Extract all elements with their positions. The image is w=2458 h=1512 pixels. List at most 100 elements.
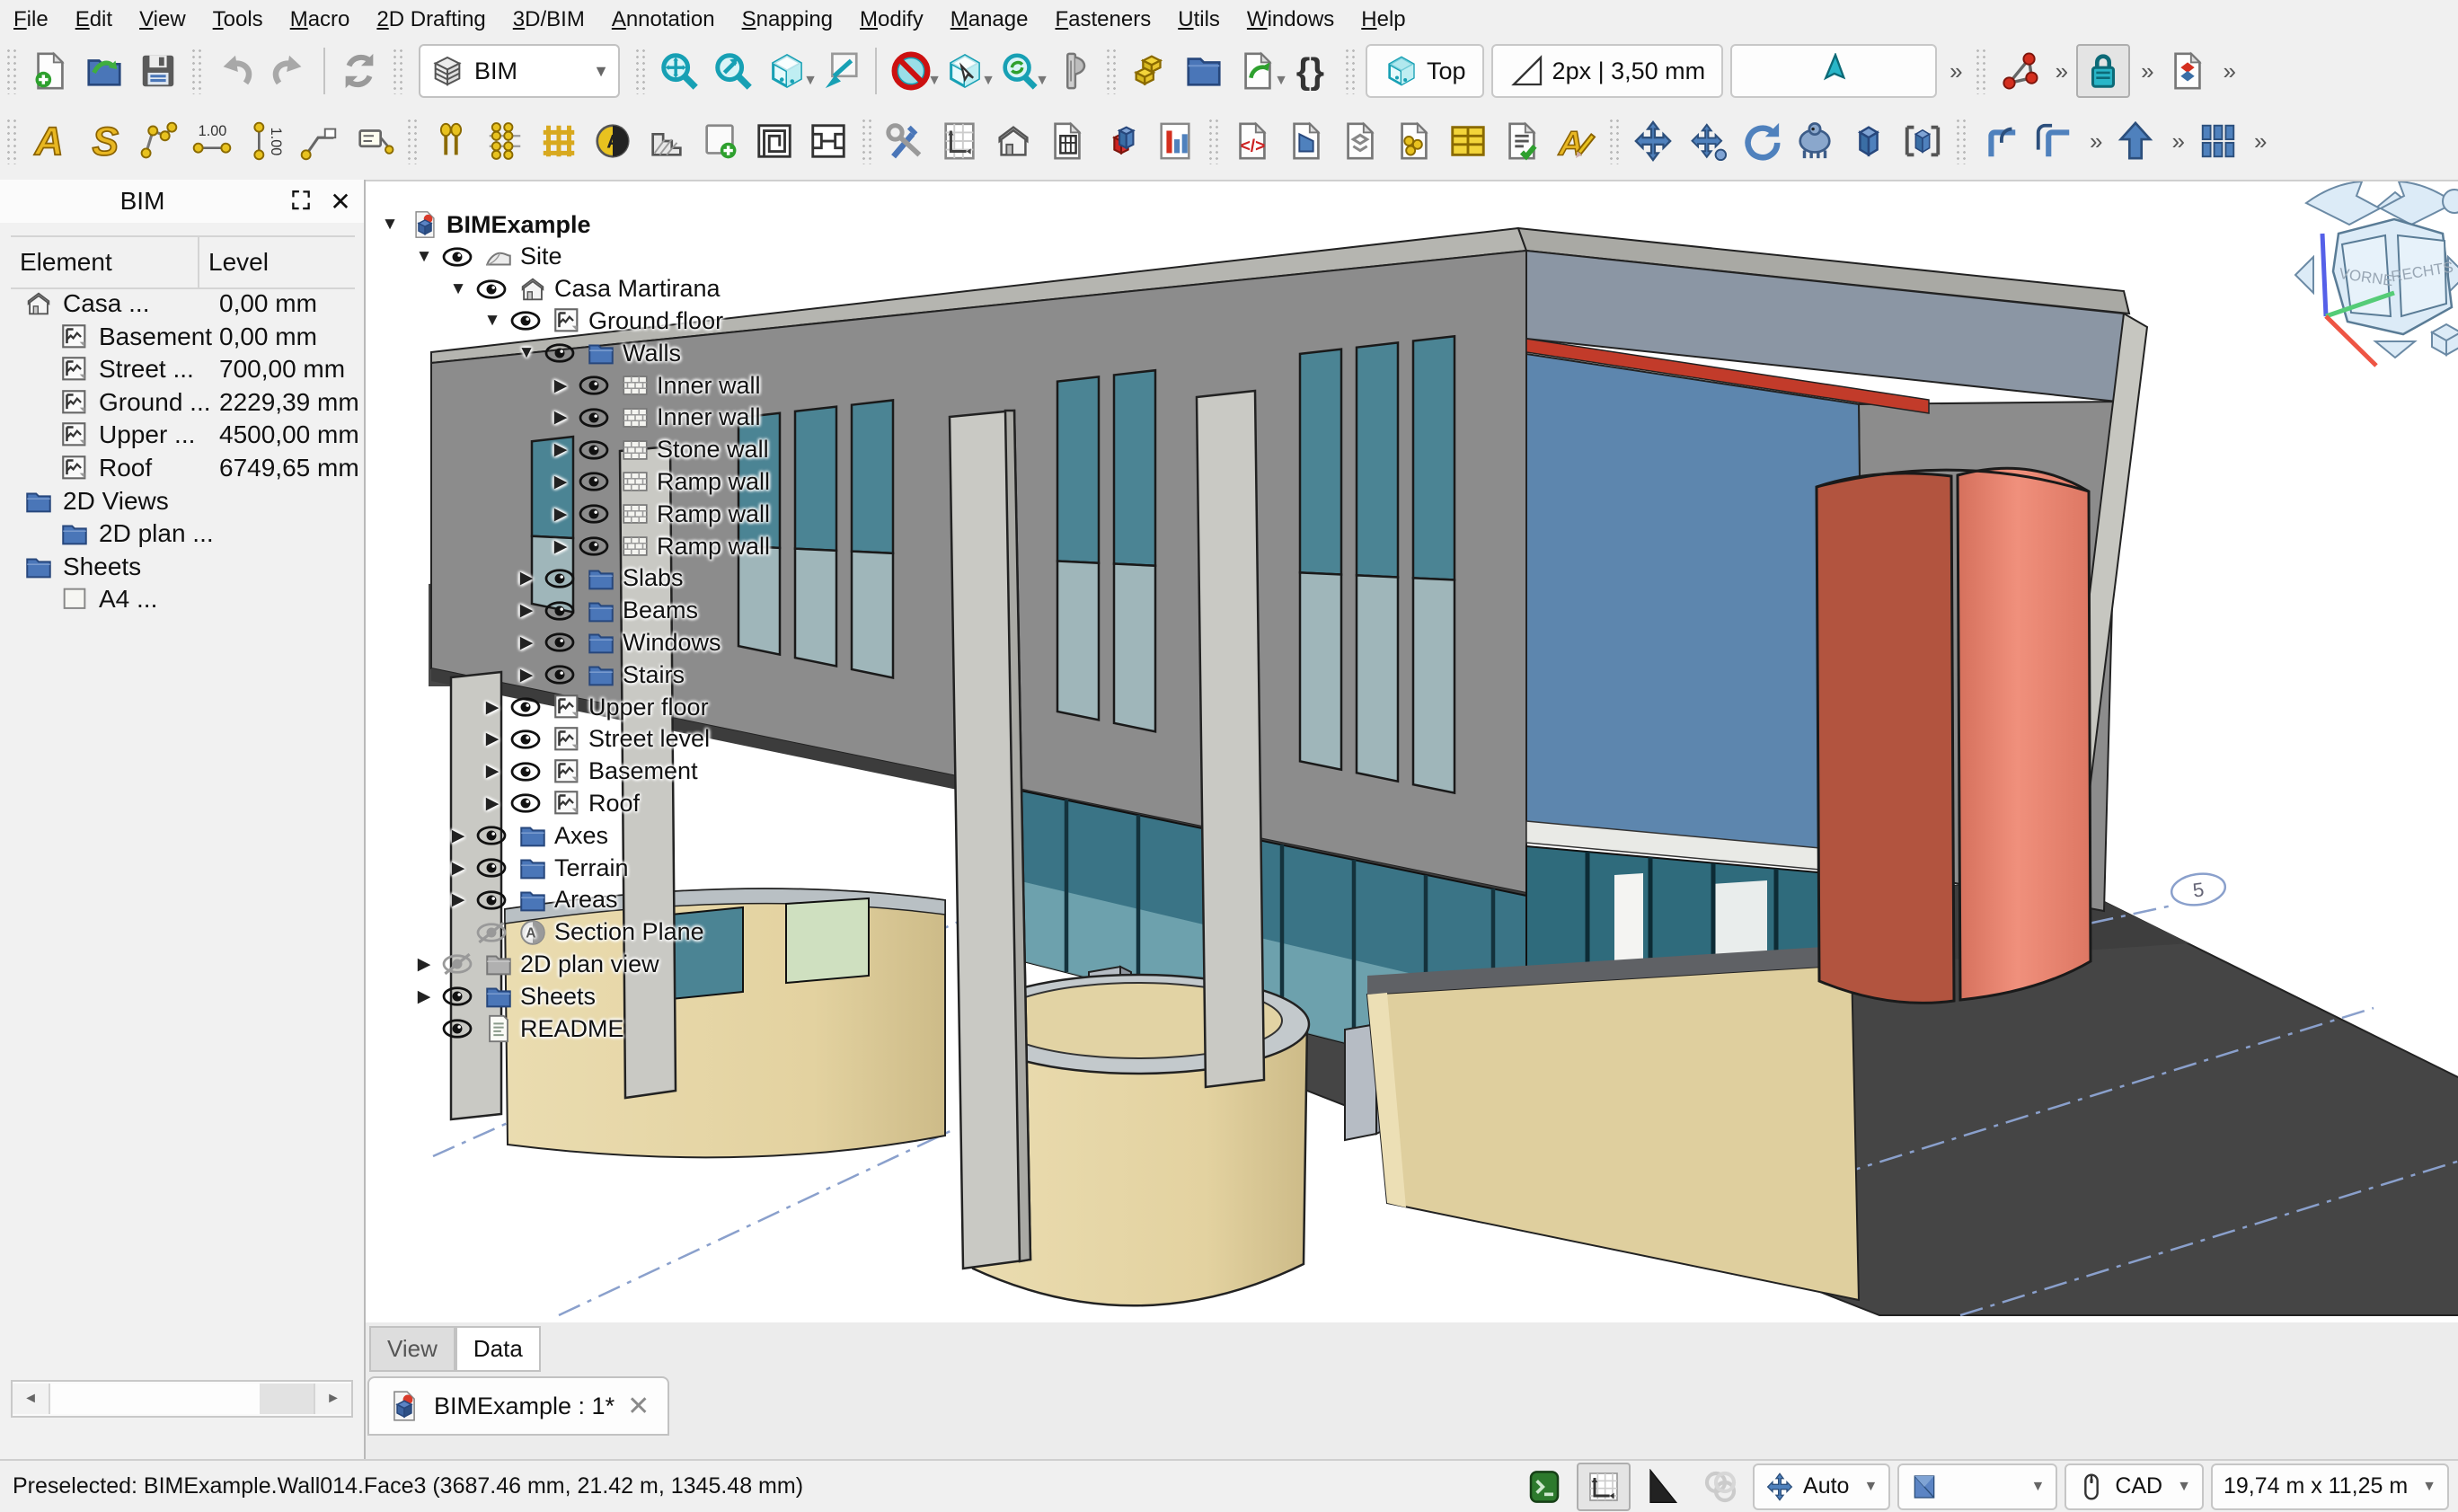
menu-tools[interactable]: Tools (199, 5, 277, 34)
visibility-on-icon[interactable] (544, 661, 576, 688)
expand-closed-icon[interactable]: ▶ (547, 472, 574, 492)
rotate-icon[interactable] (1736, 116, 1786, 166)
expand-closed-icon[interactable]: ▶ (513, 568, 540, 588)
visibility-on-icon[interactable] (578, 533, 610, 560)
tree-item-sheets[interactable]: ▶Sheets (411, 980, 596, 1012)
visibility-on-icon[interactable] (509, 790, 542, 817)
python-console-icon[interactable] (1519, 1464, 1569, 1509)
no-nav-icon[interactable]: ▼ (886, 46, 936, 96)
tab-data[interactable]: Data (455, 1326, 541, 1372)
panel-row-casa-[interactable]: Casa ...0,00 mm (23, 287, 149, 320)
win-doc-icon[interactable] (1042, 116, 1092, 166)
toolbar-handle[interactable] (1608, 118, 1621, 164)
expand-closed-icon[interactable]: ▶ (547, 407, 574, 428)
visibility-on-icon[interactable] (544, 597, 576, 624)
tree-item-areas[interactable]: ▶Areas (445, 884, 618, 916)
knot-tool-icon[interactable] (1695, 1464, 1746, 1509)
tree-item-ramp-wall[interactable]: ▶Ramp wall (547, 465, 770, 498)
tree-item-windows[interactable]: ▶Windows (513, 626, 721, 659)
visibility-on-icon[interactable] (509, 758, 542, 785)
menu-modify[interactable]: Modify (846, 5, 937, 34)
expand-open-icon[interactable]: ▼ (376, 215, 403, 234)
blue-box-icon[interactable] (1844, 116, 1894, 166)
toolbar-handle[interactable] (5, 48, 18, 94)
toolbar-handle[interactable] (1975, 48, 1987, 94)
dim-vert-icon[interactable]: 1.00 (241, 116, 291, 166)
lock-toggle-icon[interactable] (2076, 44, 2130, 98)
panel-row-upper-[interactable]: Upper ...4500,00 mm (59, 419, 195, 451)
visibility-on-icon[interactable] (475, 887, 508, 914)
menu-2d-drafting[interactable]: 2D Drafting (363, 5, 499, 34)
tree-item-stairs[interactable]: ▶Stairs (513, 659, 685, 691)
expand-open-icon[interactable]: ▼ (445, 279, 472, 299)
textA-icon[interactable]: A (25, 116, 75, 166)
up-arrow-icon[interactable] (2110, 116, 2161, 166)
panel-row-roof[interactable]: Roof6749,65 mm (59, 452, 152, 484)
workbench-selector[interactable]: BIM▼ (419, 44, 620, 98)
chain-icon[interactable] (133, 116, 183, 166)
tree-item-beams[interactable]: ▶Beams (513, 595, 698, 627)
visibility-on-icon[interactable] (441, 983, 473, 1010)
expand-open-icon[interactable]: ▼ (411, 247, 438, 267)
menu-snapping[interactable]: Snapping (729, 5, 846, 34)
visibility-off-icon[interactable] (475, 919, 508, 946)
leaf-icon[interactable]: A (588, 116, 638, 166)
move-icon[interactable] (1628, 116, 1678, 166)
select-mode-button[interactable] (1730, 44, 1937, 98)
sheep-icon[interactable] (1790, 116, 1840, 166)
menu-file[interactable]: File (0, 5, 62, 34)
wrench-icon[interactable] (880, 116, 931, 166)
a-pencil-icon[interactable]: A (1551, 116, 1601, 166)
toolbar-overflow-icon[interactable]: » (2141, 57, 2151, 85)
menu-fasteners[interactable]: Fasteners (1041, 5, 1164, 34)
tree-item-inner-wall[interactable]: ▶Inner wall (547, 369, 761, 402)
menu-macro[interactable]: Macro (277, 5, 364, 34)
tree-item-readme[interactable]: README (411, 1012, 624, 1045)
scroll-right-arrow-icon[interactable]: ► (314, 1384, 351, 1414)
goto-arrow-icon[interactable] (816, 46, 866, 96)
zoom-sel-icon[interactable] (708, 46, 758, 96)
tree-item-stone-wall[interactable]: ▶Stone wall (547, 434, 769, 466)
menu-annotation[interactable]: Annotation (598, 5, 729, 34)
panel-row-sheets[interactable]: Sheets (23, 551, 141, 583)
folder-blue-icon[interactable] (1179, 46, 1229, 96)
tag-icon[interactable] (349, 116, 399, 166)
toolbar-overflow-icon[interactable]: » (2254, 128, 2264, 155)
offset1-icon[interactable] (1975, 116, 2025, 166)
undo-icon[interactable] (210, 46, 261, 96)
toolbar-handle[interactable] (1105, 48, 1118, 94)
visibility-on-icon[interactable] (475, 822, 508, 849)
menu-windows[interactable]: Windows (1233, 5, 1348, 34)
toolbar-overflow-icon[interactable]: » (1950, 57, 1959, 85)
toolbar-handle[interactable] (392, 48, 404, 94)
panel-row-2d-views[interactable]: 2D Views (23, 485, 169, 517)
visibility-on-icon[interactable] (475, 854, 508, 881)
visibility-on-icon[interactable] (509, 694, 542, 721)
panel-plus-icon[interactable] (695, 116, 746, 166)
visibility-on-icon[interactable] (475, 276, 508, 303)
tree-item-site[interactable]: ▼Site (411, 241, 562, 273)
redo-icon[interactable] (264, 46, 314, 96)
menu-view[interactable]: View (126, 5, 199, 34)
panel-close-icon[interactable]: ✕ (324, 185, 357, 217)
tree-item-2d-plan-view[interactable]: ▶2D plan view (411, 948, 659, 980)
tree-item-ramp-wall[interactable]: ▶Ramp wall (547, 498, 770, 530)
toolbar-handle[interactable] (5, 118, 18, 164)
tree-item-upper-floor[interactable]: ▶Upper floor (479, 691, 709, 723)
scrollbar-track[interactable] (260, 1384, 314, 1414)
frame2-icon[interactable] (803, 116, 853, 166)
expand-closed-icon[interactable]: ▶ (479, 761, 506, 782)
visibility-on-icon[interactable] (578, 437, 610, 464)
visibility-on-icon[interactable] (441, 243, 473, 270)
visibility-on-icon[interactable] (578, 372, 610, 399)
toolbar-handle[interactable] (634, 48, 647, 94)
leader-icon[interactable] (295, 116, 345, 166)
code-doc-icon[interactable]: </> (1227, 116, 1278, 166)
save-file-icon[interactable] (133, 46, 183, 96)
box-frame-icon[interactable] (1897, 116, 1948, 166)
tree-item-inner-wall[interactable]: ▶Inner wall (547, 402, 761, 434)
layers-doc-icon[interactable] (1335, 116, 1385, 166)
tree-item-walls[interactable]: ▼Walls (513, 337, 681, 369)
toolbar-overflow-icon[interactable]: » (2224, 57, 2233, 85)
expand-closed-icon[interactable]: ▶ (479, 729, 506, 749)
